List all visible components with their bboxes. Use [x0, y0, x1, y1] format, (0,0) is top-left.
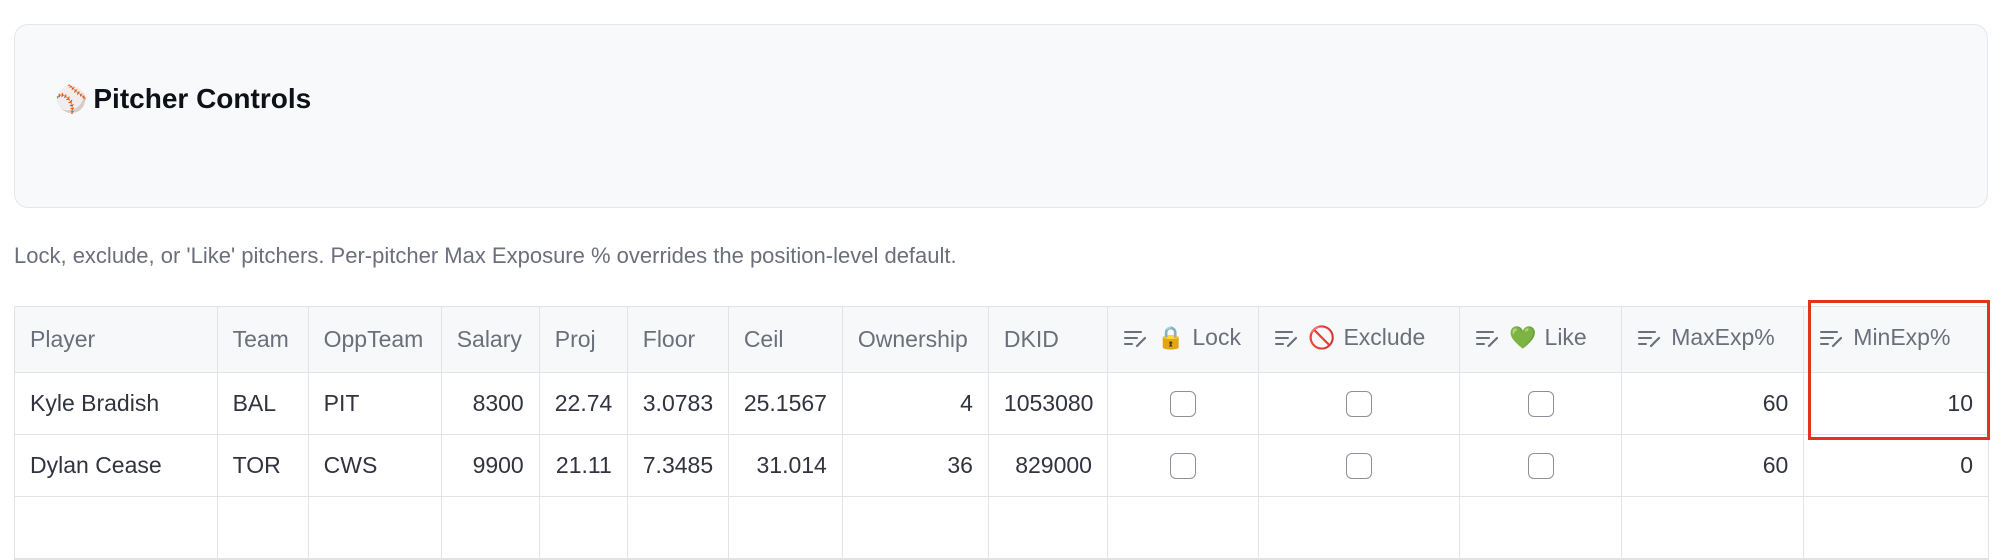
prohibited-icon: 🚫 — [1308, 324, 1336, 350]
col-header-lock[interactable]: 🔒 Lock — [1107, 307, 1260, 373]
cell-like — [1459, 434, 1623, 497]
table-row-partial — [15, 496, 1988, 559]
col-header-minexp[interactable]: MinExp% — [1803, 307, 1988, 373]
caption-text: Lock, exclude, or 'Like' pitchers. Per-p… — [14, 243, 957, 268]
like-checkbox[interactable] — [1527, 452, 1554, 479]
lock-checkbox[interactable] — [1170, 452, 1196, 479]
cell-salary[interactable]: 8300 — [441, 372, 540, 435]
cell-player[interactable]: Kyle Bradish — [15, 372, 218, 435]
pitcher-table: Player Team OppTeam Salary Proj Floor Ce… — [14, 306, 1989, 560]
edit-column-icon — [1476, 330, 1499, 347]
cell-dkid[interactable]: 1053080 — [988, 372, 1108, 435]
col-header-dkid[interactable]: DKID — [988, 307, 1108, 373]
pitcher-controls-panel: ⚾ Pitcher Controls — [14, 24, 1988, 208]
col-header-exclude[interactable]: 🚫 Exclude — [1258, 307, 1461, 373]
cell-ceil[interactable]: 25.1567 — [728, 372, 843, 435]
col-header-ownership[interactable]: Ownership — [842, 307, 989, 373]
exclude-checkbox[interactable] — [1346, 452, 1373, 479]
cell-salary[interactable]: 9900 — [441, 434, 540, 497]
edit-column-icon — [1820, 330, 1843, 347]
col-header-maxexp[interactable]: MaxExp% — [1621, 307, 1805, 373]
col-header-ceil[interactable]: Ceil — [728, 307, 843, 373]
cell-ceil[interactable]: 31.014 — [728, 434, 843, 497]
col-header-team[interactable]: Team — [217, 307, 309, 373]
cell-minexp[interactable]: 0 — [1803, 434, 1988, 497]
cell-ownership[interactable]: 4 — [842, 372, 989, 435]
baseball-icon: ⚾ — [55, 84, 88, 114]
col-header-salary[interactable]: Salary — [441, 307, 540, 373]
cell-like — [1459, 372, 1623, 435]
lock-checkbox[interactable] — [1170, 390, 1196, 417]
like-checkbox[interactable] — [1527, 390, 1554, 417]
cell-exclude — [1258, 434, 1461, 497]
cell-oppteam[interactable]: PIT — [308, 372, 442, 435]
table-header-row: Player Team OppTeam Salary Proj Floor Ce… — [15, 307, 1988, 373]
panel-title-text: Pitcher Controls — [93, 83, 312, 114]
cell-lock — [1107, 434, 1260, 497]
col-header-floor[interactable]: Floor — [627, 307, 729, 373]
col-header-proj[interactable]: Proj — [539, 307, 628, 373]
green-heart-icon: 💚 — [1509, 324, 1537, 350]
lock-icon: 🔒 — [1156, 324, 1185, 350]
edit-column-icon — [1638, 330, 1661, 347]
edit-column-icon — [1275, 330, 1298, 347]
cell-ownership[interactable]: 36 — [842, 434, 989, 497]
exclude-checkbox[interactable] — [1346, 390, 1373, 417]
col-header-oppteam[interactable]: OppTeam — [308, 307, 442, 373]
cell-maxexp[interactable]: 60 — [1621, 434, 1805, 497]
cell-team[interactable]: TOR — [217, 434, 309, 497]
cell-minexp[interactable]: 10 — [1803, 372, 1988, 435]
cell-proj[interactable]: 21.11 — [539, 434, 628, 497]
cell-dkid[interactable]: 829000 — [988, 434, 1108, 497]
cell-team[interactable]: BAL — [217, 372, 309, 435]
cell-lock — [1107, 372, 1260, 435]
cell-oppteam[interactable]: CWS — [308, 434, 442, 497]
cell-maxexp[interactable]: 60 — [1621, 372, 1805, 435]
cell-proj[interactable]: 22.74 — [539, 372, 628, 435]
panel-title: ⚾ Pitcher Controls — [55, 83, 311, 115]
cell-player[interactable]: Dylan Cease — [15, 434, 218, 497]
cell-exclude — [1258, 372, 1461, 435]
cell-floor[interactable]: 3.0783 — [627, 372, 729, 435]
col-header-like[interactable]: 💚 Like — [1459, 307, 1623, 373]
cell-floor[interactable]: 7.3485 — [627, 434, 729, 497]
edit-column-icon — [1123, 330, 1147, 347]
table-row: Kyle Bradish BAL PIT 8300 22.74 3.0783 2… — [15, 372, 1988, 435]
col-header-player[interactable]: Player — [15, 307, 218, 373]
table-row: Dylan Cease TOR CWS 9900 21.11 7.3485 31… — [15, 434, 1988, 497]
